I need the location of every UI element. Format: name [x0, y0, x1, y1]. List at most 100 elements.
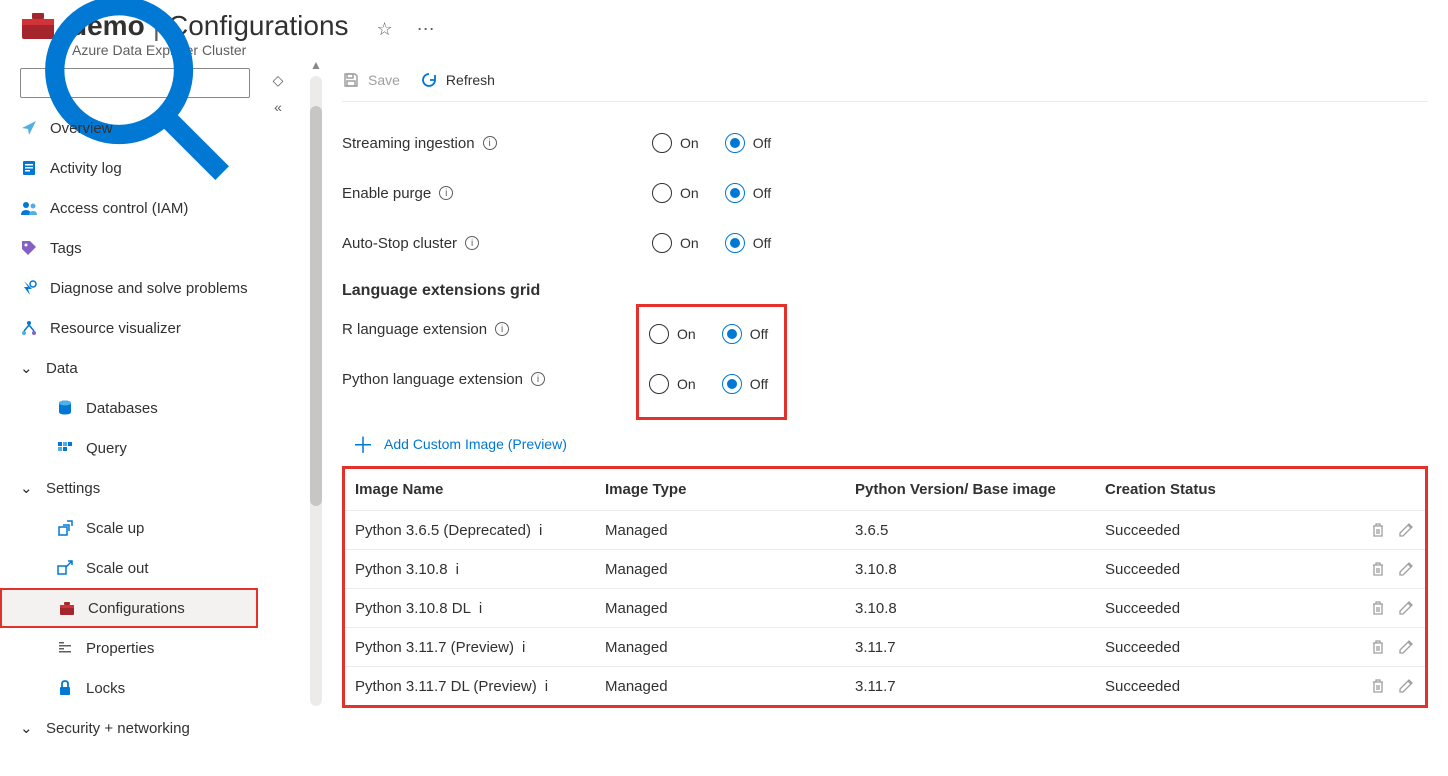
image-name: Python 3.11.7 DL (Preview): [355, 678, 537, 695]
info-icon[interactable]: i: [479, 600, 482, 617]
info-icon[interactable]: i: [539, 522, 542, 539]
plus-icon: ＋: [352, 428, 374, 460]
sidebar-item-query[interactable]: Query: [0, 428, 258, 468]
image-name: Python 3.10.8: [355, 561, 448, 578]
table-row: Python 3.10.8 i Managed3.10.8Succeeded: [345, 550, 1425, 589]
radio-purge-on[interactable]: On: [652, 183, 699, 203]
sidebar-item-tags[interactable]: Tags: [0, 228, 258, 268]
save-button[interactable]: Save: [342, 71, 400, 89]
radio-streaming-on[interactable]: On: [652, 133, 699, 153]
sidebar-item-configurations[interactable]: Configurations: [0, 588, 258, 628]
radio-autostop-off[interactable]: Off: [725, 233, 771, 253]
info-icon[interactable]: i: [483, 136, 497, 150]
scale-up-icon: [56, 519, 74, 537]
info-icon[interactable]: i: [465, 236, 479, 250]
sidebar-item-properties[interactable]: Properties: [0, 628, 258, 668]
creation-status: Succeeded: [1095, 589, 1345, 628]
chevron-down-icon: ⌄: [20, 719, 34, 737]
python-version: 3.6.5: [845, 511, 1095, 550]
configurations-icon: [58, 599, 76, 617]
activity-log-icon: [20, 159, 38, 177]
radio-purge-off[interactable]: Off: [725, 183, 771, 203]
query-icon: [56, 439, 74, 457]
radio-autostop-on[interactable]: On: [652, 233, 699, 253]
sidebar-item-scale-up[interactable]: Scale up: [0, 508, 258, 548]
creation-status: Succeeded: [1095, 628, 1345, 667]
image-type: Managed: [595, 589, 845, 628]
resource-visualizer-icon: [20, 319, 38, 337]
expand-collapse-icon[interactable]: ◇: [273, 72, 284, 89]
python-version: 3.11.7: [845, 667, 1095, 706]
delete-icon[interactable]: [1369, 599, 1387, 617]
python-version: 3.10.8: [845, 589, 1095, 628]
radio-r-off[interactable]: Off: [722, 324, 768, 344]
radio-r-on[interactable]: On: [649, 324, 696, 344]
access-control-icon: [20, 199, 38, 217]
favorite-star-icon[interactable]: ☆: [377, 19, 393, 40]
chevron-down-icon: ⌄: [20, 479, 34, 497]
edit-icon[interactable]: [1397, 677, 1415, 695]
sidebar-item-access-control[interactable]: Access control (IAM): [0, 188, 258, 228]
col-creation-status: Creation Status: [1095, 469, 1345, 511]
scroll-up-arrow-icon[interactable]: ▲: [310, 58, 322, 72]
image-type: Managed: [595, 550, 845, 589]
search-input[interactable]: [20, 68, 250, 98]
sidebar-item-databases[interactable]: Databases: [0, 388, 258, 428]
radio-python-off[interactable]: Off: [722, 374, 768, 394]
scrollbar[interactable]: ▲: [298, 58, 334, 776]
edit-icon[interactable]: [1397, 638, 1415, 656]
info-icon[interactable]: i: [439, 186, 453, 200]
overview-icon: [20, 119, 38, 137]
info-icon[interactable]: i: [531, 372, 545, 386]
radio-python-on[interactable]: On: [649, 374, 696, 394]
info-icon[interactable]: i: [456, 561, 459, 578]
setting-row-enable-purge: Enable purgei On Off: [342, 168, 1428, 218]
sidebar-group-security-networking[interactable]: ⌄ Security + networking: [0, 708, 258, 748]
table-row: Python 3.11.7 (Preview) i Managed3.11.7Suc…: [345, 628, 1425, 667]
sidebar-group-settings[interactable]: ⌄ Settings: [0, 468, 258, 508]
info-icon[interactable]: i: [545, 678, 548, 695]
diagnose-icon: [20, 279, 38, 297]
image-name: Python 3.6.5 (Deprecated): [355, 522, 531, 539]
setting-row-auto-stop: Auto-Stop clusteri On Off: [342, 218, 1428, 268]
creation-status: Succeeded: [1095, 550, 1345, 589]
delete-icon[interactable]: [1369, 521, 1387, 539]
radio-streaming-off[interactable]: Off: [725, 133, 771, 153]
sidebar-item-locks[interactable]: Locks: [0, 668, 258, 708]
edit-icon[interactable]: [1397, 599, 1415, 617]
python-version: 3.10.8: [845, 550, 1095, 589]
save-icon: [342, 71, 360, 89]
image-name: Python 3.11.7 (Preview): [355, 639, 514, 656]
col-image-name: Image Name: [345, 469, 595, 511]
edit-icon[interactable]: [1397, 560, 1415, 578]
more-menu-icon[interactable]: ⋯: [417, 19, 437, 40]
sidebar-item-diagnose[interactable]: Diagnose and solve problems: [0, 268, 258, 308]
sidebar-item-scale-out[interactable]: Scale out: [0, 548, 258, 588]
refresh-button[interactable]: Refresh: [420, 71, 495, 89]
creation-status: Succeeded: [1095, 667, 1345, 706]
setting-row-r-lang: R language extensioni: [342, 304, 642, 354]
creation-status: Succeeded: [1095, 511, 1345, 550]
refresh-icon: [420, 71, 438, 89]
add-custom-image-button[interactable]: ＋ Add Custom Image (Preview): [352, 428, 1428, 460]
collapse-sidebar-icon[interactable]: «: [274, 99, 282, 115]
table-row: Python 3.11.7 DL (Preview) i Managed3.11.7…: [345, 667, 1425, 706]
delete-icon[interactable]: [1369, 677, 1387, 695]
delete-icon[interactable]: [1369, 560, 1387, 578]
image-type: Managed: [595, 667, 845, 706]
section-title-language-extensions: Language extensions grid: [342, 282, 1428, 300]
search-icon: [29, 0, 235, 186]
images-table: Image Name Image Type Python Version/ Ba…: [345, 469, 1425, 705]
delete-icon[interactable]: [1369, 638, 1387, 656]
python-version: 3.11.7: [845, 628, 1095, 667]
sidebar-item-resource-visualizer[interactable]: Resource visualizer: [0, 308, 258, 348]
properties-icon: [56, 639, 74, 657]
sidebar-menu: Overview Activity log Access control (IA…: [0, 102, 258, 748]
highlight-language-extensions: On Off On Off: [636, 304, 787, 420]
edit-icon[interactable]: [1397, 521, 1415, 539]
info-icon[interactable]: i: [522, 639, 525, 656]
info-icon[interactable]: i: [495, 322, 509, 336]
image-type: Managed: [595, 628, 845, 667]
col-image-type: Image Type: [595, 469, 845, 511]
sidebar-group-data[interactable]: ⌄ Data: [0, 348, 258, 388]
